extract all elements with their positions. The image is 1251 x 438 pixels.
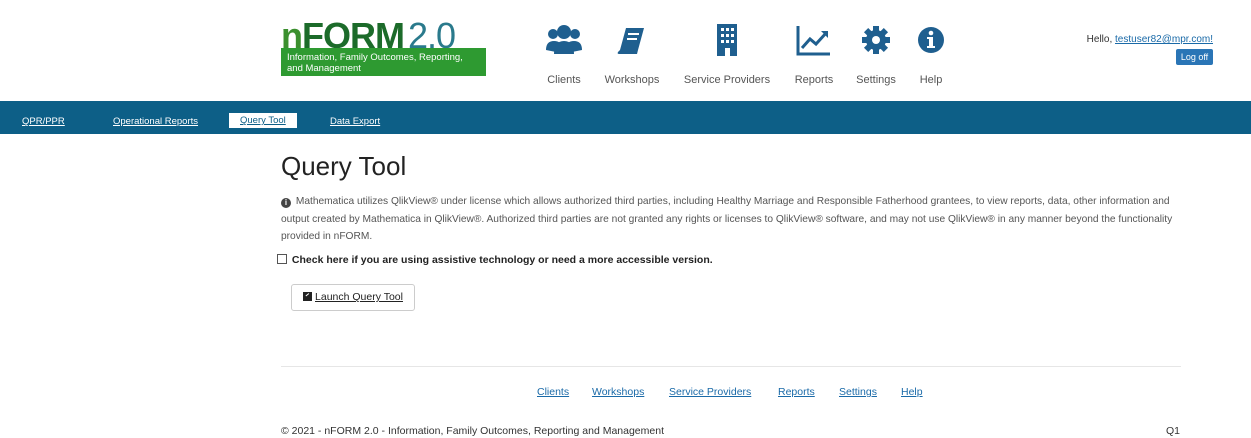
nav-reports[interactable]: Reports <box>791 22 837 92</box>
footer-link-service-providers[interactable]: Service Providers <box>669 386 751 398</box>
logo-subtitle-line1: Information, Family Outcomes, Reporting, <box>287 52 463 63</box>
license-notice-text: Mathematica utilizes QlikView® under lic… <box>281 196 1173 242</box>
accessibility-checkbox[interactable] <box>277 254 287 264</box>
nav-label: Help <box>919 74 943 86</box>
logo-subtitle: Information, Family Outcomes, Reporting,… <box>281 48 486 76</box>
tab-query-tool[interactable]: Query Tool <box>229 113 297 128</box>
footer-link-help[interactable]: Help <box>901 386 923 398</box>
nav-workshops[interactable]: Workshops <box>601 22 663 92</box>
footer-link-clients[interactable]: Clients <box>537 386 569 398</box>
external-link-icon <box>303 292 313 301</box>
nform-logo[interactable]: nFORM 2.0 Information, Family Outcomes, R… <box>281 18 486 76</box>
license-notice: i Mathematica utilizes QlikView® under l… <box>281 193 1176 246</box>
nav-settings[interactable]: Settings <box>853 22 899 92</box>
footer-link-settings[interactable]: Settings <box>839 386 877 398</box>
tab-data-export[interactable]: Data Export <box>330 116 380 130</box>
logo-subtitle-line2: and Management <box>287 63 361 74</box>
footer-link-workshops[interactable]: Workshops <box>592 386 644 398</box>
launch-query-tool-button[interactable]: Launch Query Tool <box>291 284 415 311</box>
gear-icon <box>862 26 890 54</box>
page-title: Query Tool <box>281 151 407 181</box>
accessibility-checkbox-label: Check here if you are using assistive te… <box>291 254 713 266</box>
tab-operational-reports[interactable]: Operational Reports <box>113 116 198 130</box>
nav-label: Service Providers <box>683 74 771 86</box>
building-icon <box>717 24 737 56</box>
nav-label: Settings <box>856 74 896 86</box>
nav-service-providers[interactable]: Service Providers <box>681 22 773 92</box>
info-icon <box>918 27 944 53</box>
tab-qpr-ppr[interactable]: QPR/PPR <box>22 116 65 130</box>
logoff-button[interactable]: Log off <box>1176 49 1213 65</box>
launch-button-label: Launch Query Tool <box>315 291 403 303</box>
nav-label: Workshops <box>604 74 660 86</box>
user-email-link[interactable]: testuser82@mpr.com! <box>1115 34 1213 45</box>
copyright-text: © 2021 - nFORM 2.0 - Information, Family… <box>281 425 664 437</box>
users-icon <box>546 25 582 54</box>
line-chart-icon <box>796 26 830 56</box>
footer-link-reports[interactable]: Reports <box>778 386 815 398</box>
nav-help[interactable]: Help <box>911 22 951 92</box>
greeting-text: Hello, <box>1086 34 1113 45</box>
accessibility-option[interactable]: Check here if you are using assistive te… <box>277 254 713 266</box>
user-greeting: Hello, testuser82@mpr.com! <box>1087 34 1213 45</box>
version-tag: Q1 <box>1165 425 1180 437</box>
footer-divider <box>281 366 1181 367</box>
book-icon <box>617 28 644 54</box>
header: nFORM 2.0 Information, Family Outcomes, R… <box>0 0 1251 101</box>
nav-label: Clients <box>547 74 581 86</box>
nav-label: Reports <box>794 74 834 86</box>
nav-clients[interactable]: Clients <box>541 22 587 92</box>
info-circle-icon: i <box>281 198 291 208</box>
